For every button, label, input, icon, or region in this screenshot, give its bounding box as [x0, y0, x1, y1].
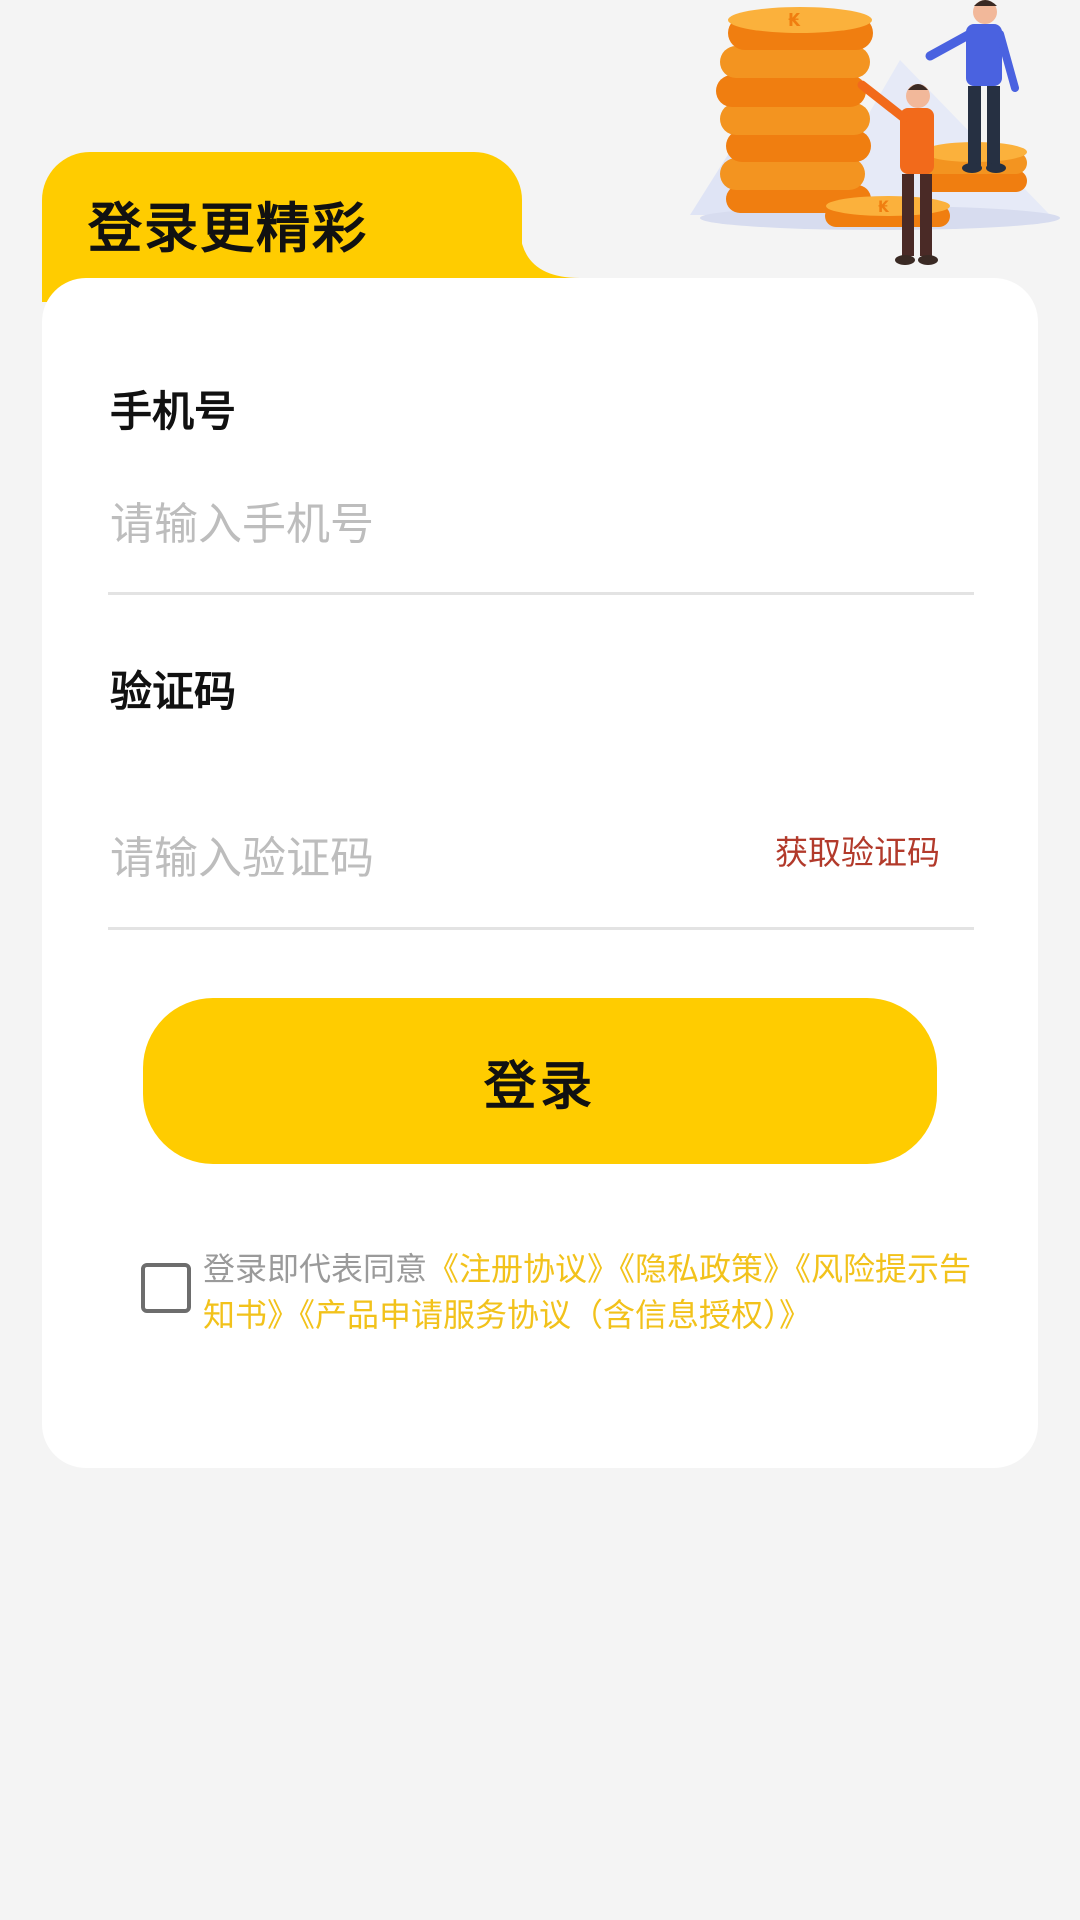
- link-privacy-policy[interactable]: 《隐私政策》: [619, 1250, 795, 1288]
- agreement-text: 登录即代表同意《注册协议》《隐私政策》《风险提示告知书》《产品申请服务协议（含信…: [203, 1246, 973, 1338]
- phone-divider: [108, 592, 974, 595]
- phone-label: 手机号: [110, 387, 237, 436]
- phone-input[interactable]: 请输入手机号: [110, 488, 374, 552]
- agreement-checkbox[interactable]: [141, 1263, 191, 1313]
- link-product-service-agreement[interactable]: 《产品申请服务协议（含信息授权）》: [299, 1296, 811, 1334]
- agreement-prefix: 登录即代表同意: [203, 1250, 428, 1288]
- link-register-agreement[interactable]: 《注册协议》: [427, 1250, 619, 1288]
- coins-illustration: ₭ ₭: [690, 0, 1060, 265]
- code-input[interactable]: 请输入验证码: [110, 822, 374, 886]
- page-title: 登录更精彩: [88, 197, 368, 260]
- login-button[interactable]: 登录: [143, 998, 937, 1164]
- get-code-button[interactable]: 获取验证码: [775, 826, 940, 874]
- login-button-label: 登录: [483, 1056, 596, 1117]
- svg-text:₭: ₭: [878, 197, 890, 216]
- code-divider: [108, 927, 974, 930]
- code-label: 验证码: [110, 667, 237, 716]
- svg-text:₭: ₭: [788, 10, 801, 31]
